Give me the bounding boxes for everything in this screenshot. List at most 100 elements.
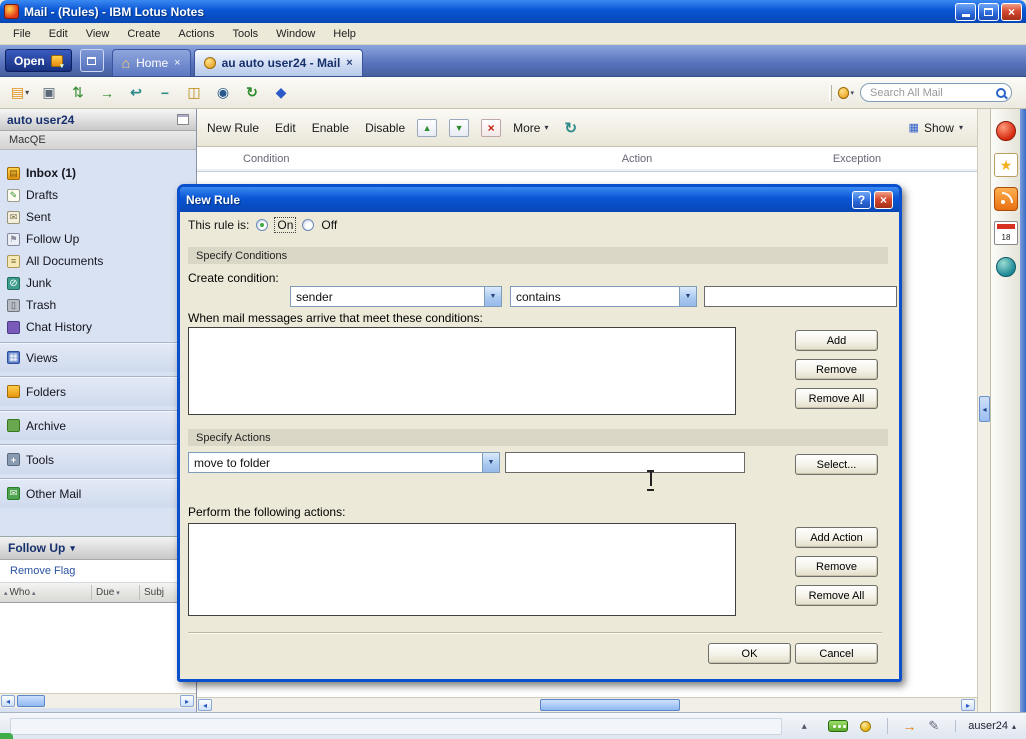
- action-button[interactable]: Enable: [312, 121, 349, 135]
- select-button[interactable]: Select...: [795, 454, 878, 475]
- scrollbar-thumb[interactable]: [17, 695, 45, 707]
- tab-close-icon[interactable]: [346, 57, 352, 69]
- radio-on-label[interactable]: On: [275, 218, 295, 232]
- compass-icon[interactable]: [994, 255, 1018, 279]
- sidebar-item[interactable]: Views: [0, 342, 196, 372]
- search-scope-icon[interactable]: [838, 86, 854, 100]
- dialog-titlebar[interactable]: New Rule: [180, 187, 899, 212]
- shelf-expander-icon[interactable]: [979, 396, 990, 422]
- more-button[interactable]: More: [513, 121, 548, 135]
- menu-item[interactable]: Window: [267, 25, 324, 43]
- ok-button[interactable]: OK: [708, 643, 791, 664]
- copy-icon[interactable]: [182, 82, 206, 103]
- sidebar-item[interactable]: Trash: [0, 294, 196, 316]
- remove-all-actions-button[interactable]: Remove All: [795, 585, 878, 606]
- sidebar-item[interactable]: Inbox (1): [0, 162, 196, 184]
- menu-item[interactable]: View: [77, 25, 119, 43]
- day-calendar-icon[interactable]: 18: [994, 221, 1018, 245]
- move-down-icon[interactable]: [449, 119, 469, 137]
- sidebar-item[interactable]: Archive: [0, 410, 196, 440]
- panel-expand-icon[interactable]: [796, 721, 812, 732]
- tab[interactable]: au auto user24 - Mail: [194, 49, 363, 76]
- sidebar-item[interactable]: Junk: [0, 272, 196, 294]
- scrollbar-thumb[interactable]: [540, 699, 680, 711]
- remove-button[interactable]: Remove: [795, 359, 878, 380]
- restore-button[interactable]: [978, 3, 999, 21]
- feeds-icon[interactable]: [994, 187, 1018, 211]
- refresh-icon[interactable]: [240, 82, 264, 103]
- condition-value-input[interactable]: [704, 286, 897, 307]
- window-titlebar[interactable]: Mail - (Rules) - IBM Lotus Notes: [0, 0, 1026, 23]
- search-icon[interactable]: [996, 88, 1006, 98]
- sidebar-item[interactable]: Folders: [0, 376, 196, 406]
- followup-header[interactable]: Follow Up: [0, 536, 196, 560]
- refresh-view-icon[interactable]: [564, 119, 577, 137]
- radio-on[interactable]: [256, 219, 268, 231]
- find-icon[interactable]: [211, 82, 235, 103]
- print-icon[interactable]: [37, 82, 61, 103]
- add-action-button[interactable]: Add Action: [795, 527, 878, 548]
- cancel-button[interactable]: Cancel: [795, 643, 878, 664]
- dialog-close-button[interactable]: [874, 191, 893, 209]
- open-button[interactable]: Open: [5, 49, 72, 72]
- menu-item[interactable]: Tools: [223, 25, 267, 43]
- close-button[interactable]: [1001, 3, 1022, 21]
- dropdown-arrow-icon[interactable]: [484, 287, 501, 306]
- remove-flag-button[interactable]: Remove Flag: [0, 560, 196, 583]
- orange-arrow-icon[interactable]: [887, 718, 916, 734]
- scroll-left-icon[interactable]: [1, 695, 15, 707]
- action-select[interactable]: move to folder: [188, 452, 500, 473]
- send-receive-icon[interactable]: [66, 82, 90, 103]
- actions-listbox[interactable]: [188, 523, 736, 616]
- radio-off-label[interactable]: Off: [321, 218, 337, 232]
- column-header[interactable]: Who: [0, 585, 92, 600]
- help-button[interactable]: [852, 191, 871, 209]
- move-up-icon[interactable]: [417, 119, 437, 137]
- menu-item[interactable]: Edit: [40, 25, 77, 43]
- status-message-area[interactable]: [10, 718, 782, 735]
- remove-all-button[interactable]: Remove All: [795, 388, 878, 409]
- window-mode-button[interactable]: [80, 49, 104, 72]
- red-globe-icon[interactable]: [994, 119, 1018, 143]
- column-header[interactable]: Due: [92, 585, 140, 600]
- panel-menu-icon[interactable]: [177, 114, 189, 125]
- sidebar-item[interactable]: Sent: [0, 206, 196, 228]
- discover-icon[interactable]: [269, 82, 293, 103]
- main-hscrollbar[interactable]: [197, 697, 977, 712]
- sidebar-item[interactable]: Follow Up: [0, 228, 196, 250]
- menu-item[interactable]: Create: [118, 25, 169, 43]
- menu-item[interactable]: Help: [324, 25, 365, 43]
- forward-icon[interactable]: [95, 82, 119, 103]
- show-button[interactable]: Show: [909, 121, 967, 135]
- location-button[interactable]: auser24: [955, 720, 1016, 732]
- sidebar-item[interactable]: Chat History: [0, 316, 196, 338]
- bookmark-star-icon[interactable]: [994, 153, 1018, 177]
- main-vscrollbar[interactable]: [977, 109, 990, 712]
- action-button[interactable]: Edit: [275, 121, 296, 135]
- radio-off[interactable]: [302, 219, 314, 231]
- new-document-icon[interactable]: [8, 82, 32, 103]
- sidebar-header[interactable]: auto user24: [0, 109, 196, 131]
- presence-status-icon[interactable]: [860, 721, 871, 732]
- remove-action-button[interactable]: Remove: [795, 556, 878, 577]
- column-header[interactable]: Exception: [737, 153, 977, 165]
- sidebar-item[interactable]: Tools: [0, 444, 196, 474]
- tab[interactable]: Home: [112, 49, 191, 76]
- tab-close-icon[interactable]: [174, 57, 180, 69]
- search-input[interactable]: [870, 87, 993, 99]
- conditions-listbox[interactable]: [188, 327, 736, 415]
- dropdown-arrow-icon[interactable]: [679, 287, 696, 306]
- sidebar-item[interactable]: All Documents: [0, 250, 196, 272]
- action-button[interactable]: New Rule: [207, 121, 259, 135]
- sidebar-hscrollbar[interactable]: [0, 693, 196, 708]
- condition-field-select[interactable]: sender: [290, 286, 502, 307]
- minimize-button[interactable]: [955, 3, 976, 21]
- menu-item[interactable]: Actions: [169, 25, 223, 43]
- followup-list[interactable]: [0, 603, 196, 693]
- action-button[interactable]: Disable: [365, 121, 405, 135]
- network-status-icon[interactable]: [828, 720, 848, 732]
- sidebar-item[interactable]: Other Mail: [0, 478, 196, 508]
- column-header[interactable]: Condition: [197, 153, 537, 165]
- add-button[interactable]: Add: [795, 330, 878, 351]
- remove-icon[interactable]: [153, 82, 177, 103]
